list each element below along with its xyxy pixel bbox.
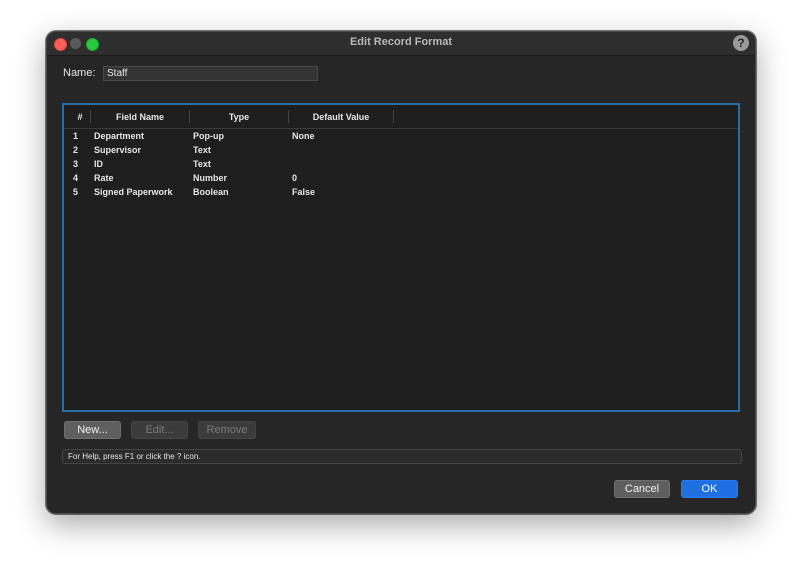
column-header-field-name[interactable]: Field Name [91,112,189,122]
column-header-type[interactable]: Type [190,112,288,122]
field-name-cell: Signed Paperwork [94,187,173,197]
default-value-cell: False [292,187,316,197]
table-row[interactable]: 5 Signed Paperwork Boolean False [64,186,738,200]
ok-button[interactable]: OK [681,480,738,498]
type-cell: Pop-up [193,131,224,141]
edit-field-button[interactable]: Edit... [131,421,188,439]
fields-table[interactable]: # Field Name Type Default Value 1 Depart… [62,103,740,412]
row-number: 4 [73,173,79,183]
question-mark-icon[interactable]: ? [733,35,749,51]
type-cell: Text [193,159,211,169]
table-row[interactable]: 2 Supervisor Text [64,144,738,158]
edit-record-format-dialog: Edit Record Format ? Name: Staff # Field… [46,31,756,514]
column-divider[interactable] [393,110,394,123]
window-title: Edit Record Format [349,36,453,48]
field-name-cell: Rate [94,173,114,183]
row-number: 1 [73,131,79,141]
field-name-cell: Supervisor [94,145,142,155]
default-value-cell: 0 [292,173,298,183]
name-label: Name: [63,67,96,79]
row-number: 2 [73,145,79,155]
cancel-button[interactable]: Cancel [614,480,670,498]
type-cell: Boolean [193,187,229,197]
remove-field-button[interactable]: Remove [198,421,256,439]
table-row[interactable]: 1 Department Pop-up None [64,130,738,144]
row-number: 3 [73,159,79,169]
name-input[interactable]: Staff [103,66,318,81]
help-status-bar: For Help, press F1 or click the ? icon. [62,449,742,464]
field-name-cell: Department [94,131,145,141]
field-name-cell: ID [94,159,103,169]
table-row[interactable]: 3 ID Text [64,158,738,172]
type-cell: Text [193,145,211,155]
row-number: 5 [73,187,79,197]
table-header: # Field Name Type Default Value [64,105,738,129]
default-value-cell: None [292,131,315,141]
title-bar[interactable]: Edit Record Format ? [47,32,755,56]
new-field-button[interactable]: New... [64,421,121,439]
column-header-default-value[interactable]: Default Value [289,112,393,122]
table-body: 1 Department Pop-up None 2 Supervisor Te… [64,130,738,200]
table-row[interactable]: 4 Rate Number 0 [64,172,738,186]
type-cell: Number [193,173,228,183]
column-header-number[interactable]: # [70,112,90,122]
